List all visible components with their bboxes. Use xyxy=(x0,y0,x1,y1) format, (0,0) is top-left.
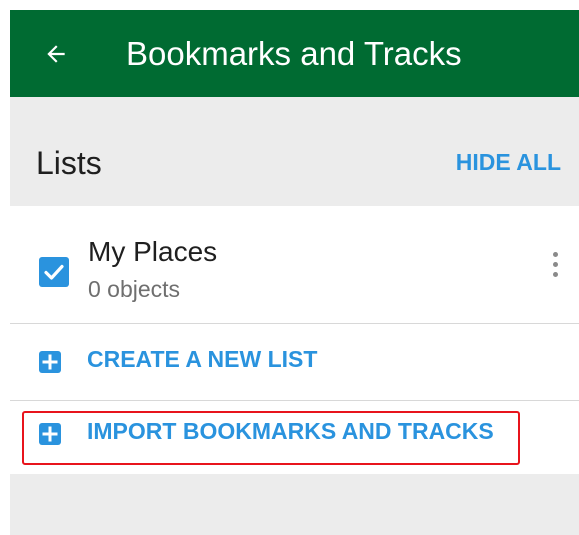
lists-container: My Places 0 objects CREATE A NEW LIST IM… xyxy=(10,206,579,474)
more-vert-icon xyxy=(552,251,558,257)
lists-section-header: Lists HIDE ALL xyxy=(10,97,579,204)
create-new-list-button[interactable]: CREATE A NEW LIST xyxy=(10,324,579,400)
lists-heading: Lists xyxy=(36,145,102,181)
page-title: Bookmarks and Tracks xyxy=(126,35,462,72)
plus-box-icon xyxy=(39,423,61,445)
list-name: My Places xyxy=(88,236,218,267)
plus-box-icon xyxy=(39,351,61,373)
checkmark-icon xyxy=(44,264,64,280)
import-bookmarks-button[interactable]: IMPORT BOOKMARKS AND TRACKS xyxy=(10,401,579,474)
create-new-list-label: CREATE A NEW LIST xyxy=(87,346,318,372)
hide-all-button[interactable]: HIDE ALL xyxy=(456,149,561,176)
list-item-my-places[interactable]: My Places 0 objects xyxy=(10,206,579,323)
back-button[interactable] xyxy=(34,32,78,76)
visibility-checkbox[interactable] xyxy=(39,257,69,287)
arrow-left-icon xyxy=(47,45,65,63)
import-bookmarks-label: IMPORT BOOKMARKS AND TRACKS xyxy=(87,418,494,444)
list-object-count: 0 objects xyxy=(88,276,181,302)
more-options-button[interactable] xyxy=(543,244,567,284)
app-bar: Bookmarks and Tracks xyxy=(10,10,579,97)
bookmarks-screen: Bookmarks and Tracks Lists HIDE ALL My P… xyxy=(10,10,579,535)
